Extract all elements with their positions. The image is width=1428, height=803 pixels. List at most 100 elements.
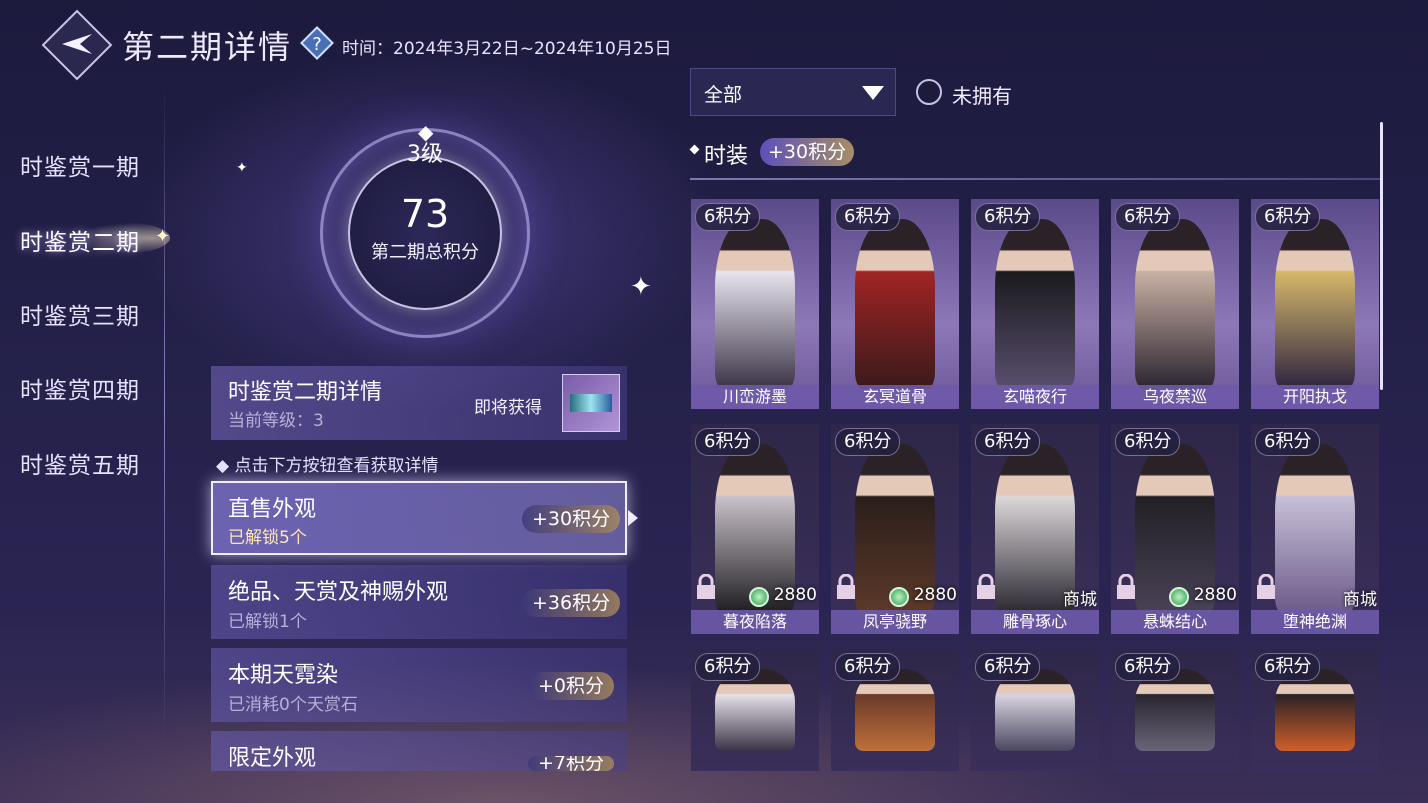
event-time: 时间：2024年3月22日~2024年10月25日 bbox=[342, 39, 672, 59]
task-points-badge: +0积分 bbox=[528, 672, 615, 700]
scrollbar[interactable] bbox=[1380, 122, 1383, 390]
total-score: 73 bbox=[400, 192, 450, 236]
outfit-card[interactable]: 6积分雕骨琢心 商城 bbox=[971, 424, 1099, 634]
outfit-card[interactable]: 6积分凤亭骁野 2880 bbox=[831, 424, 959, 634]
section-bullet-icon bbox=[689, 144, 700, 155]
task-title: 限定外观 bbox=[228, 746, 317, 771]
outfit-preview-image bbox=[715, 669, 795, 751]
outfit-card[interactable]: 6积分暮夜陷落 2880 bbox=[691, 424, 819, 634]
active-marker-icon: ✦ bbox=[155, 226, 171, 247]
lock-icon bbox=[1115, 573, 1137, 600]
outfit-price: 2880 bbox=[773, 585, 817, 605]
outfit-price: 2880 bbox=[913, 585, 957, 605]
outfit-points-badge: 6积分 bbox=[1255, 653, 1321, 681]
page-title: 第二期详情 bbox=[122, 28, 293, 66]
help-icon[interactable]: ? bbox=[300, 26, 334, 60]
outfit-name: 凤亭骁野 bbox=[831, 610, 959, 634]
outfit-points-badge: 6积分 bbox=[835, 203, 901, 231]
outfit-preview-image bbox=[1135, 219, 1215, 389]
jade-currency-icon bbox=[889, 587, 909, 607]
unowned-label: 未拥有 bbox=[952, 84, 1012, 108]
section-points-badge: +30积分 bbox=[760, 138, 855, 166]
outfit-name: 暮夜陷落 bbox=[691, 610, 819, 634]
jade-currency-icon bbox=[1169, 587, 1189, 607]
outfit-preview-image bbox=[855, 669, 935, 751]
outfit-name: 玄喵夜行 bbox=[971, 385, 1099, 409]
lock-icon bbox=[835, 573, 857, 600]
outfit-card[interactable]: 6积分堕神绝渊 商城 bbox=[1251, 424, 1379, 634]
outfit-card[interactable]: 6积分 乌夜禁巡 bbox=[1111, 199, 1239, 409]
outfit-points-badge: 6积分 bbox=[975, 653, 1041, 681]
outfit-points-badge: 6积分 bbox=[695, 428, 761, 456]
outfit-preview-image bbox=[1275, 219, 1355, 389]
outfit-card[interactable]: 6积分开阳执戈 bbox=[1251, 199, 1379, 409]
back-arrow-icon bbox=[58, 24, 98, 64]
level-label: 3级 bbox=[407, 142, 443, 167]
period-detail-title: 时鉴赏二期详情 bbox=[228, 380, 383, 405]
outfit-points-badge: 6积分 bbox=[1115, 428, 1181, 456]
outfit-points-badge: 6积分 bbox=[695, 203, 761, 231]
outfit-card[interactable]: 6积分玄冥道骨 bbox=[831, 199, 959, 409]
section-title: 时装 bbox=[704, 144, 749, 169]
outfit-preview-image bbox=[715, 219, 795, 389]
outfit-preview-image bbox=[855, 219, 935, 389]
total-score-label: 第二期总积分 bbox=[371, 242, 479, 263]
sparkle-icon: ✦ bbox=[630, 272, 652, 302]
outfit-card[interactable]: 6积分 bbox=[831, 649, 959, 771]
outfit-preview-image bbox=[1135, 669, 1215, 751]
outfit-points-badge: 6积分 bbox=[1255, 428, 1321, 456]
nav-item-period-1[interactable]: 时鉴赏一期 bbox=[20, 148, 140, 182]
outfit-points-badge: 6积分 bbox=[975, 428, 1041, 456]
dropdown-caret-icon bbox=[862, 86, 884, 100]
upcoming-reward-label: 即将获得 bbox=[474, 398, 542, 418]
outfit-name: 川峦游墨 bbox=[691, 385, 819, 409]
outfit-card[interactable]: 6积分 bbox=[1251, 649, 1379, 771]
outfit-name: 雕骨琢心 bbox=[971, 610, 1099, 634]
nav-item-period-5[interactable]: 时鉴赏五期 bbox=[20, 446, 140, 480]
outfit-points-badge: 6积分 bbox=[1255, 203, 1321, 231]
hint-text: ◆ 点击下方按钮查看获取详情 bbox=[216, 456, 439, 476]
current-level: 当前等级：3 bbox=[228, 411, 324, 431]
nav-item-period-4[interactable]: 时鉴赏四期 bbox=[20, 371, 140, 405]
reward-item-image bbox=[570, 394, 612, 412]
outfit-price: 2880 bbox=[1193, 585, 1237, 605]
task-title: 绝品、天赏及神赐外观 bbox=[228, 580, 449, 605]
task-title: 本期天霓染 bbox=[228, 663, 339, 688]
outfit-points-badge: 6积分 bbox=[975, 203, 1041, 231]
lock-icon bbox=[975, 573, 997, 600]
outfit-preview-image bbox=[995, 219, 1075, 389]
outfit-card[interactable]: 6积分川峦游墨 bbox=[691, 199, 819, 409]
outfit-points-badge: 6积分 bbox=[835, 653, 901, 681]
category-filter-value: 全部 bbox=[704, 84, 743, 106]
lock-icon bbox=[695, 573, 717, 600]
outfit-name: 玄冥道骨 bbox=[831, 385, 959, 409]
task-subtitle: 已解锁1个 bbox=[228, 612, 307, 632]
outfit-card[interactable]: 6积分 bbox=[1111, 649, 1239, 771]
lock-icon bbox=[1255, 573, 1277, 600]
outfit-points-badge: 6积分 bbox=[1115, 653, 1181, 681]
nav-item-period-2[interactable]: 时鉴赏二期 bbox=[20, 223, 140, 257]
outfit-points-badge: 6积分 bbox=[1115, 203, 1181, 231]
outfit-card[interactable]: 6积分 bbox=[691, 649, 819, 771]
outfit-name: 堕神绝渊 bbox=[1251, 610, 1379, 634]
section-divider bbox=[690, 178, 1380, 180]
outfit-preview-image bbox=[995, 669, 1075, 751]
task-points-badge: +36积分 bbox=[522, 589, 621, 617]
shop-label: 商城 bbox=[1343, 590, 1377, 610]
task-title: 直售外观 bbox=[228, 497, 317, 522]
outfit-points-badge: 6积分 bbox=[835, 428, 901, 456]
outfit-card[interactable]: 6积分 bbox=[971, 649, 1099, 771]
unowned-radio[interactable] bbox=[916, 79, 942, 105]
shop-label: 商城 bbox=[1063, 590, 1097, 610]
outfit-preview-image bbox=[1275, 669, 1355, 751]
outfit-points-badge: 6积分 bbox=[695, 653, 761, 681]
nav-item-period-3[interactable]: 时鉴赏三期 bbox=[20, 297, 140, 331]
task-points-badge: +30积分 bbox=[522, 505, 621, 533]
nav-divider bbox=[164, 80, 165, 740]
outfit-card[interactable]: 6积分玄喵夜行 bbox=[971, 199, 1099, 409]
outfit-name: 开阳执戈 bbox=[1251, 385, 1379, 409]
jade-currency-icon bbox=[749, 587, 769, 607]
task-points-badge: +7积分 bbox=[528, 756, 615, 771]
task-subtitle: 已消耗0个天赏石 bbox=[228, 695, 358, 715]
outfit-card[interactable]: 6积分 悬蛛结心 2880 bbox=[1111, 424, 1239, 634]
